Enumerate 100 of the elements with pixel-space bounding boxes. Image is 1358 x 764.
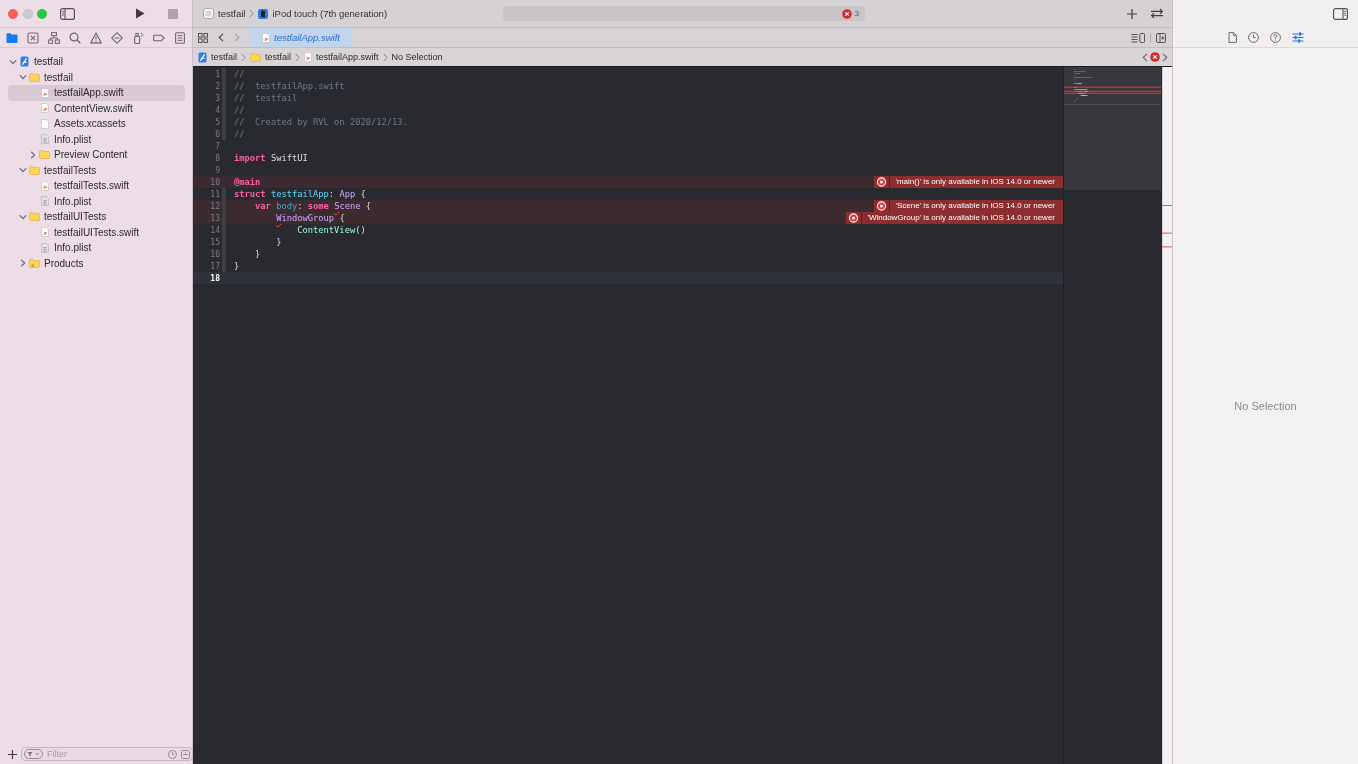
- line-number: 12: [209, 201, 220, 211]
- chevron-right-icon: [295, 52, 301, 62]
- disclosure-chevron-icon[interactable]: [19, 166, 27, 175]
- line-number: 17: [209, 261, 220, 271]
- disclosure-chevron-icon[interactable]: [29, 150, 37, 159]
- code-line: }: [275, 237, 282, 247]
- navigator-item[interactable]: testfailUITests.swift: [8, 224, 185, 240]
- source-file-icon: [40, 87, 49, 98]
- line-number: 9: [214, 165, 220, 175]
- folder-icon: [29, 212, 40, 222]
- error-icon: [874, 176, 890, 188]
- line-number: 14: [209, 225, 220, 235]
- warning-icon[interactable]: [90, 31, 102, 44]
- destination-menu[interactable]: iPod touch (7th generation): [258, 8, 388, 19]
- disclosure-chevron-icon[interactable]: [19, 259, 27, 268]
- navigator-item[interactable]: testfailTests: [8, 162, 185, 178]
- plus-icon[interactable]: [8, 749, 17, 759]
- error-icon: [841, 8, 852, 19]
- chevron-right-icon[interactable]: [1162, 52, 1168, 62]
- chevron-left-icon[interactable]: [1142, 52, 1148, 62]
- folder-icon: [29, 72, 40, 82]
- navigator-item[interactable]: Products: [8, 255, 185, 271]
- code-line: //: [234, 129, 245, 139]
- error-icon: [846, 212, 862, 224]
- line-number: 18: [209, 273, 220, 283]
- project-file-icon: [198, 51, 207, 63]
- error-icon: [874, 200, 890, 212]
- disclosure-chevron-icon[interactable]: [19, 212, 27, 221]
- line-number: 7: [214, 141, 220, 151]
- breadcrumb-item[interactable]: testfail: [198, 51, 237, 63]
- empty-message: No Selection: [1234, 400, 1297, 412]
- project-file-icon: [20, 56, 29, 68]
- line-number: 1: [214, 69, 220, 79]
- filter-input[interactable]: Filter: [47, 749, 164, 759]
- disclosure-chevron-icon[interactable]: [9, 57, 17, 66]
- code-line: //: [234, 105, 245, 115]
- navigator-item[interactable]: Info.plist: [8, 193, 185, 209]
- code-line: }: [254, 249, 261, 259]
- window-zoom-icon[interactable]: [37, 8, 47, 19]
- error-message: 'WindowGroup' is only available in iOS 14.0 or newer: [862, 212, 1063, 224]
- device-icon: [258, 8, 269, 19]
- sidebar-icon[interactable]: [60, 7, 75, 20]
- folder-icon[interactable]: [6, 31, 18, 44]
- breadcrumb-item[interactable]: testfailApp.swift: [304, 52, 379, 62]
- line-number: 10: [209, 177, 220, 187]
- boxed-plus-icon[interactable]: [1156, 32, 1166, 43]
- clock-icon[interactable]: [168, 749, 177, 759]
- swap-arrows-icon[interactable]: [1150, 8, 1164, 19]
- code-line: // Created by RVL on 2020/12/13.: [234, 117, 408, 127]
- boxed-minus-icon[interactable]: [181, 749, 190, 759]
- play-icon[interactable]: [135, 8, 145, 19]
- filter-icon[interactable]: [24, 749, 43, 759]
- search-icon[interactable]: [69, 31, 81, 44]
- error-message: 'Scene' is only available in iOS 14.0 or newer: [890, 200, 1063, 212]
- document-lines-icon[interactable]: [174, 31, 186, 44]
- text-lines-icon[interactable]: [1131, 32, 1145, 43]
- app-icon: [203, 8, 214, 19]
- navigator-item[interactable]: testfailUITests: [8, 209, 185, 225]
- square-x-icon[interactable]: [27, 31, 39, 44]
- help-icon[interactable]: [1269, 32, 1281, 43]
- code-line: var body: some Scene {: [254, 201, 372, 211]
- navigator-item[interactable]: testfail: [8, 54, 185, 70]
- hierarchy-icon[interactable]: [48, 31, 60, 44]
- diamond-icon[interactable]: [111, 31, 123, 44]
- navigator-item[interactable]: testfail: [8, 69, 185, 85]
- navigator-item[interactable]: testfailTests.swift: [8, 178, 185, 194]
- navigator-item[interactable]: Assets.xcassets: [8, 116, 185, 132]
- folder-icon: [29, 165, 40, 175]
- navigator-item[interactable]: Info.plist: [8, 131, 185, 147]
- filter-field[interactable]: Filter: [21, 747, 193, 761]
- disclosure-chevron-icon[interactable]: [19, 73, 27, 82]
- line-number: 4: [214, 105, 220, 115]
- navigator-item[interactable]: testfailApp.swift: [8, 85, 185, 101]
- folder-icon: [29, 258, 40, 268]
- code-line: WindowGroup {: [275, 213, 345, 223]
- navigator-item[interactable]: ContentView.swift: [8, 100, 185, 116]
- spray-can-icon[interactable]: [132, 31, 144, 44]
- line-number: 5: [214, 117, 220, 127]
- navigator-item[interactable]: Info.plist: [8, 240, 185, 256]
- folder-icon: [250, 52, 261, 62]
- folder-icon: [39, 150, 50, 160]
- window-close-icon[interactable]: [8, 8, 18, 19]
- code-line: ContentView(): [296, 225, 366, 235]
- breadcrumb-item[interactable]: No Selection: [391, 52, 443, 62]
- line-number: 8: [214, 153, 220, 163]
- document-icon[interactable]: [1227, 32, 1237, 43]
- line-number: 2: [214, 81, 220, 91]
- sidebar-right-icon[interactable]: [1333, 8, 1348, 20]
- line-number: 15: [209, 237, 220, 247]
- clock-icon[interactable]: [1247, 32, 1259, 43]
- navigator-item[interactable]: Preview Content: [8, 147, 185, 163]
- sliders-icon[interactable]: [1291, 32, 1304, 43]
- chevron-left-icon[interactable]: [218, 33, 224, 42]
- error-icon: [1150, 52, 1160, 62]
- line-number: 16: [209, 249, 220, 259]
- grid-icon[interactable]: [198, 32, 208, 43]
- source-file-icon: [304, 52, 313, 62]
- breadcrumb-item[interactable]: testfail: [250, 52, 292, 62]
- scheme-menu[interactable]: testfail: [203, 8, 246, 19]
- plus-icon[interactable]: [1127, 8, 1137, 19]
